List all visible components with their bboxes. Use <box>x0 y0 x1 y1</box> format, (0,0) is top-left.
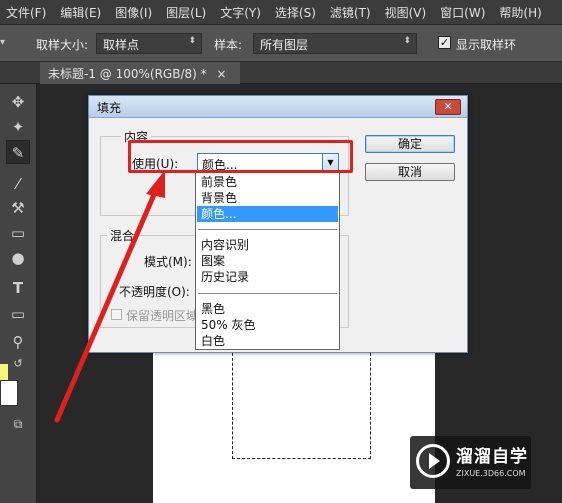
zoom-tool-icon[interactable]: ⚲ <box>6 330 30 354</box>
cancel-button[interactable]: 取消 <box>365 163 455 181</box>
menu-file[interactable]: 文件(F) <box>6 4 46 21</box>
menu-select[interactable]: 选择(S) <box>275 4 316 21</box>
eyedropper-tool-icon[interactable]: ✎ <box>6 140 30 164</box>
sample-size-select[interactable]: 取样点 ⬍ <box>96 33 202 54</box>
menu-edit[interactable]: 编辑(E) <box>60 4 101 21</box>
sample-size-label: 取样大小: <box>36 38 89 52</box>
document-tab[interactable]: 未标题-1 @ 100%(RGB/8) * × <box>40 62 240 84</box>
option-content-aware[interactable]: 内容识别 <box>197 237 338 253</box>
preserve-transparency-label: 保留透明区域 <box>126 309 199 323</box>
menu-type[interactable]: 文字(Y) <box>220 4 261 21</box>
option-background-color[interactable]: 背景色 <box>197 190 338 206</box>
selection-marquee <box>232 348 371 459</box>
updown-arrows-icon: ⬍ <box>188 36 196 46</box>
swap-colors-icon[interactable]: ↺ <box>6 352 30 376</box>
screen-mode-icon[interactable]: ⧉ <box>6 412 30 436</box>
use-dropdown-list: 前景色 背景色 颜色... 内容识别 图案 历史记录 黑色 50% 灰色 白色 <box>195 171 340 350</box>
play-logo-icon <box>416 444 450 478</box>
sample-size-value: 取样点 <box>103 38 140 52</box>
dropdown-separator <box>198 229 337 230</box>
show-ring-checkbox[interactable]: ✓ <box>438 36 451 49</box>
watermark-title: 溜溜自学 <box>456 447 528 467</box>
option-foreground-color[interactable]: 前景色 <box>197 174 338 190</box>
dropdown-separator <box>198 293 337 294</box>
toolbox: ✥ ✦ ✎ ⁄ ⚒ ▭ ● T ▭ ⚲ ↺ ⧉ <box>0 84 37 503</box>
option-50-gray[interactable]: 50% 灰色 <box>197 317 338 333</box>
preserve-transparency-checkbox[interactable] <box>111 309 122 320</box>
updown-arrows-icon: ⬍ <box>403 36 411 46</box>
brush-tool-icon[interactable]: ⁄ <box>6 172 30 196</box>
menu-help[interactable]: 帮助(H) <box>499 4 541 21</box>
sample-value: 所有图层 <box>260 38 309 52</box>
move-tool-icon[interactable]: ✥ <box>6 90 30 114</box>
document-tab-title: 未标题-1 @ 100%(RGB/8) * <box>48 67 207 81</box>
background-color-swatch[interactable] <box>0 380 18 406</box>
sample-label: 样本: <box>214 38 243 52</box>
burn-tool-icon[interactable]: ● <box>6 246 30 270</box>
option-pattern[interactable]: 图案 <box>197 253 338 269</box>
document-tab-bar: 未标题-1 @ 100%(RGB/8) * × <box>0 62 562 84</box>
options-bar: ▾ 取样大小: 取样点 ⬍ 样本: 所有图层 ⬍ ✓ 显示取样环 <box>0 24 562 62</box>
show-ring-label: 显示取样环 <box>456 38 517 52</box>
option-black[interactable]: 黑色 <box>197 301 338 317</box>
blend-group-title: 混合 <box>107 227 138 244</box>
option-history[interactable]: 历史记录 <box>197 269 338 285</box>
eraser-tool-icon[interactable]: ▭ <box>6 221 30 245</box>
option-white[interactable]: 白色 <box>197 333 338 349</box>
opacity-label: 不透明度(O): <box>119 285 190 299</box>
close-icon[interactable]: ✕ <box>435 99 461 115</box>
close-tab-icon[interactable]: × <box>216 67 226 81</box>
watermark-subtitle: ZIXUE.3D66.COM <box>456 469 526 478</box>
ok-button[interactable]: 确定 <box>365 135 455 153</box>
text-tool-icon[interactable]: T <box>6 276 30 300</box>
sample-select[interactable]: 所有图层 ⬍ <box>253 33 417 54</box>
option-color[interactable]: 颜色... <box>197 206 338 222</box>
mode-label: 模式(M): <box>144 255 192 269</box>
watermark-logo: 溜溜自学 ZIXUE.3D66.COM <box>410 436 531 489</box>
menu-view[interactable]: 视图(V) <box>385 4 427 21</box>
tool-preset-chevron-icon[interactable]: ▾ <box>0 37 8 49</box>
dialog-title: 填充 <box>97 101 122 115</box>
menu-layer[interactable]: 图层(L) <box>166 4 206 21</box>
annotation-highlight-box <box>128 140 353 173</box>
dialog-titlebar[interactable]: 填充 ✕ <box>89 96 467 118</box>
clone-stamp-tool-icon[interactable]: ⚒ <box>6 196 30 220</box>
rectangle-tool-icon[interactable]: ▭ <box>6 302 30 326</box>
menu-image[interactable]: 图像(I) <box>115 4 152 21</box>
menu-bar: 文件(F) 编辑(E) 图像(I) 图层(L) 文字(Y) 选择(S) 滤镜(T… <box>0 0 562 24</box>
menu-window[interactable]: 窗口(W) <box>440 4 485 21</box>
magic-wand-tool-icon[interactable]: ✦ <box>6 115 30 139</box>
menu-filter[interactable]: 滤镜(T) <box>330 4 371 21</box>
